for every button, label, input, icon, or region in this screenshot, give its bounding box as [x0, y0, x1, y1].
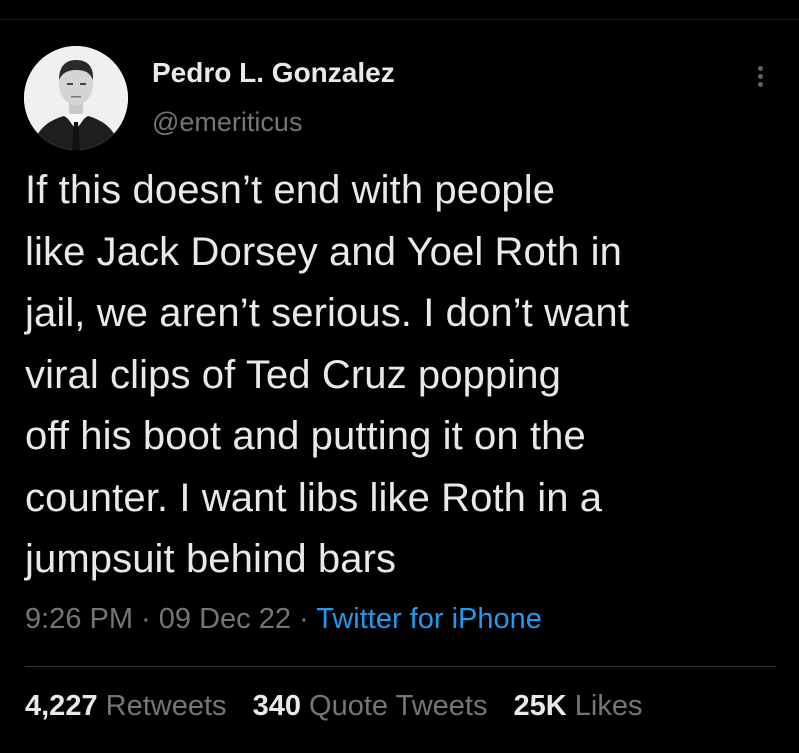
- tweet-text-line: viral clips of Ted Cruz popping: [25, 352, 561, 397]
- likes-count: 25K: [513, 690, 567, 722]
- divider: [25, 666, 776, 667]
- more-options-icon[interactable]: [748, 60, 772, 92]
- avatar[interactable]: [24, 46, 128, 150]
- author-display-name[interactable]: Pedro L. Gonzalez: [152, 57, 395, 89]
- tweet-date[interactable]: 09 Dec 22: [159, 603, 291, 635]
- likes-stat[interactable]: 25K Likes: [514, 690, 643, 723]
- meta-separator: ·: [133, 603, 159, 635]
- retweets-stat[interactable]: 4,227 Retweets: [25, 690, 227, 723]
- tweet-detail: Pedro L. Gonzalez @emeriticus If this do…: [0, 0, 799, 753]
- tweet-text: If this doesn’t end with people like Jac…: [25, 160, 785, 591]
- tweet-text-line: like Jack Dorsey and Yoel Roth in: [25, 229, 622, 274]
- avatar-photo-icon: [24, 46, 128, 150]
- tweet-metadata: 9:26 PM · 09 Dec 22 · Twitter for iPhone: [25, 603, 542, 636]
- quote-tweets-stat[interactable]: 340 Quote Tweets: [253, 690, 488, 723]
- retweets-label: Retweets: [105, 690, 227, 722]
- tweet-text-line: jail, we aren’t serious. I don’t want: [25, 291, 629, 335]
- quote-tweets-label: Quote Tweets: [309, 690, 488, 722]
- tweet-stats: 4,227 Retweets 340 Quote Tweets 25K Like…: [25, 690, 660, 723]
- author-handle[interactable]: @emeriticus: [152, 107, 302, 138]
- tweet-time[interactable]: 9:26 PM: [25, 603, 133, 635]
- likes-label: Likes: [574, 690, 643, 722]
- meta-separator: ·: [290, 603, 317, 635]
- tweet-text-line: counter. I want libs like Roth in a: [25, 475, 603, 520]
- tweet-text-line: If this doesn’t end with people: [25, 168, 556, 212]
- quote-tweets-count: 340: [252, 690, 301, 722]
- tweet-text-line: jumpsuit behind bars: [25, 537, 397, 581]
- tweet-text-line: off his boot and putting it on the: [25, 414, 586, 458]
- retweets-count: 4,227: [25, 690, 98, 722]
- tweet-source-link[interactable]: Twitter for iPhone: [316, 603, 542, 635]
